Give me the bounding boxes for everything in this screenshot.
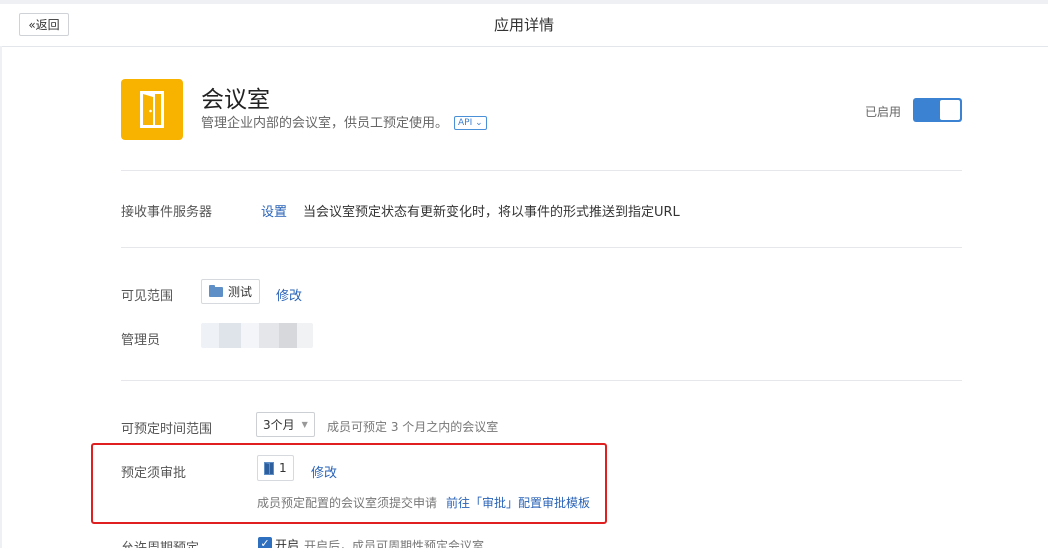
- recurring-label: 允许周期预定: [121, 537, 199, 548]
- booking-range-label: 可预定时间范围: [121, 422, 213, 437]
- door-icon: [264, 461, 274, 475]
- recurring-checkbox[interactable]: ✓: [258, 537, 272, 548]
- divider: [121, 170, 962, 171]
- divider: [121, 380, 962, 381]
- event-server-description: 当会议室预定状态有更新变化时，将以事件的形式推送到指定URL: [303, 205, 680, 220]
- approval-count: 1: [279, 461, 287, 475]
- door-icon: [140, 91, 164, 128]
- approval-hint: 成员预定配置的会议室须提交申请: [257, 496, 438, 510]
- enabled-status-label: 已启用: [865, 105, 902, 119]
- approval-highlight-frame: [91, 443, 607, 524]
- caret-down-icon: ▼: [301, 420, 308, 429]
- approval-modify-link[interactable]: 修改: [311, 462, 337, 481]
- event-server-label: 接收事件服务器: [121, 205, 213, 220]
- divider: [121, 247, 962, 248]
- chevron-down-icon: ⌄: [475, 118, 483, 128]
- visibility-scope-label: 测试: [228, 285, 253, 299]
- booking-range-select[interactable]: 3个月 ▼: [256, 412, 315, 437]
- app-detail-panel: 会议室 管理企业内部的会议室，供员工预定使用。 API ⌄ 已启用 接收事件服务器…: [2, 46, 1048, 548]
- toggle-knob: [940, 100, 960, 120]
- recurring-hint: 开启后，成员可周期性预定会议室: [304, 539, 485, 548]
- event-server-setting-link[interactable]: 设置: [261, 201, 287, 220]
- approval-config-link[interactable]: 前往「审批」配置审批模板: [446, 494, 590, 511]
- top-bar: « 返回 应用详情: [0, 0, 1048, 46]
- recurring-checkbox-label: 开启: [275, 538, 300, 548]
- api-dropdown[interactable]: API ⌄: [454, 116, 487, 130]
- admin-label: 管理员: [121, 333, 161, 348]
- app-icon: [121, 79, 183, 140]
- approval-template-chip: 1: [257, 455, 294, 481]
- visibility-label: 可见范围: [121, 289, 174, 304]
- api-tag-label: API: [458, 118, 473, 128]
- booking-range-value: 3个月: [263, 418, 295, 432]
- booking-range-hint: 成员可预定 3 个月之内的会议室: [327, 420, 499, 434]
- app-description: 管理企业内部的会议室，供员工预定使用。 API ⌄: [201, 112, 487, 131]
- visibility-modify-link[interactable]: 修改: [276, 285, 302, 304]
- enable-toggle[interactable]: [913, 98, 962, 122]
- visibility-scope-chip: 测试: [201, 279, 261, 304]
- app-description-text: 管理企业内部的会议室，供员工预定使用。: [201, 116, 449, 131]
- admin-avatars-redacted: [201, 323, 313, 348]
- approval-label: 预定须审批: [121, 466, 187, 481]
- page-title: 应用详情: [493, 16, 554, 34]
- app-name: 会议室: [201, 87, 270, 113]
- folder-icon: [209, 284, 223, 297]
